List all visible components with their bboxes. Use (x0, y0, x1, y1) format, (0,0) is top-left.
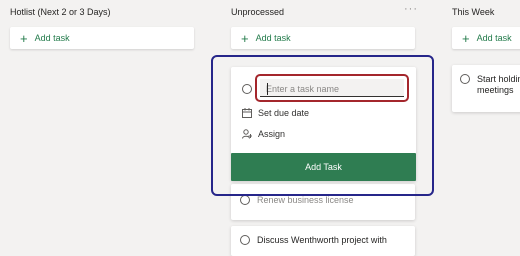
task-title-continued: meetings (477, 85, 514, 95)
assign-button[interactable]: Assign (242, 129, 285, 139)
task-card[interactable]: Discuss Wenthworth project with (231, 226, 415, 256)
calendar-icon (242, 108, 252, 118)
task-title: Renew business license (257, 195, 354, 205)
task-title: Discuss Wenthworth project with (257, 235, 387, 245)
add-task-submit-button[interactable]: Add Task (231, 153, 416, 181)
task-title: Start holdin (477, 74, 520, 84)
add-task-label: Add task (255, 33, 291, 43)
column-title-this-week: This Week (452, 7, 495, 17)
column-title-unprocessed: Unprocessed (231, 7, 285, 17)
complete-task-checkbox[interactable] (240, 235, 250, 245)
task-name-input[interactable] (260, 80, 404, 98)
complete-task-checkbox[interactable] (240, 195, 250, 205)
add-task-button-unprocessed[interactable]: + Add task (231, 27, 415, 49)
plus-icon: + (462, 30, 470, 46)
more-options-icon[interactable]: ··· (404, 3, 418, 15)
text-caret (267, 83, 268, 95)
task-name-field[interactable] (255, 74, 409, 102)
set-due-date-button[interactable]: Set due date (242, 108, 309, 118)
set-due-date-label: Set due date (258, 108, 310, 118)
task-card-this-week[interactable]: Start holdin meetings (452, 65, 520, 112)
plus-icon: + (241, 30, 249, 46)
new-task-checkbox[interactable] (242, 84, 252, 94)
add-task-button-hotlist[interactable]: + Add task (10, 27, 194, 49)
add-task-label: Add task (476, 33, 512, 43)
add-task-label: Add task (34, 33, 70, 43)
task-name-inner (260, 79, 404, 98)
plus-icon: + (20, 30, 28, 46)
complete-task-checkbox[interactable] (460, 74, 470, 84)
add-task-button-this-week[interactable]: + Add task (452, 27, 520, 49)
assign-label: Assign (258, 129, 286, 139)
assign-person-icon (242, 129, 252, 139)
column-title-hotlist: Hotlist (Next 2 or 3 Days) (10, 7, 111, 17)
